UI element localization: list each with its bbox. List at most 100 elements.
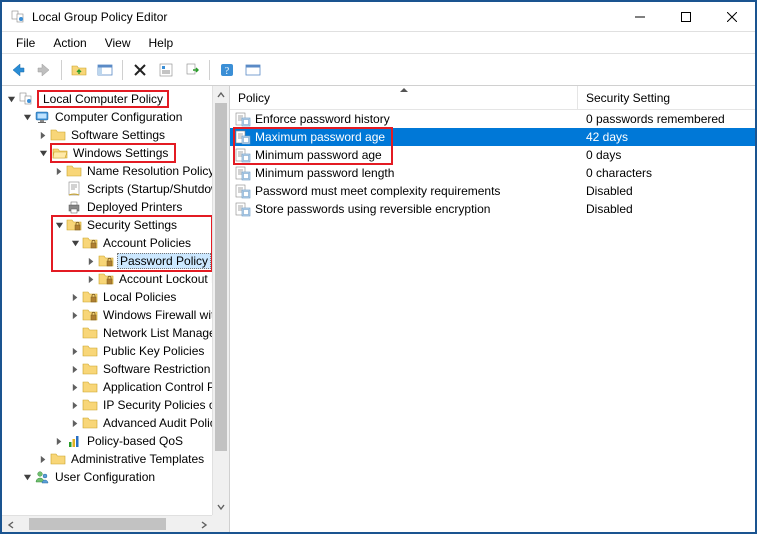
tree-label: Password Policy bbox=[117, 253, 211, 269]
expander[interactable] bbox=[84, 272, 98, 286]
column-header-setting[interactable]: Security Setting bbox=[578, 86, 755, 109]
toolbar-up-button[interactable] bbox=[67, 58, 91, 82]
menu-file[interactable]: File bbox=[8, 34, 43, 52]
expander[interactable] bbox=[68, 416, 82, 430]
expander[interactable] bbox=[52, 164, 66, 178]
expander[interactable] bbox=[36, 452, 50, 466]
close-button[interactable] bbox=[709, 2, 755, 32]
tree-item-software-settings[interactable]: Software Settings bbox=[4, 126, 212, 144]
properties-icon bbox=[158, 62, 174, 78]
tree-item-software-restriction[interactable]: Software Restriction Policies bbox=[4, 360, 212, 378]
window-title: Local Group Policy Editor bbox=[32, 10, 167, 24]
menu-action[interactable]: Action bbox=[45, 34, 94, 52]
expander[interactable] bbox=[68, 344, 82, 358]
tree-item-ip-security[interactable]: IP Security Policies on Local Computer bbox=[4, 396, 212, 414]
expander[interactable] bbox=[68, 308, 82, 322]
tree-item-admin-templates[interactable]: Administrative Templates bbox=[4, 450, 212, 468]
cell-setting: 0 characters bbox=[578, 166, 755, 180]
navigation-tree[interactable]: Local Computer Policy Computer Configura… bbox=[2, 86, 229, 503]
folder-icon bbox=[50, 451, 66, 467]
tree-item-scripts[interactable]: Scripts (Startup/Shutdown) bbox=[4, 180, 212, 198]
tree-label: Local Policies bbox=[101, 290, 178, 304]
chevron-down-icon bbox=[55, 221, 64, 230]
tree-item-policy-qos[interactable]: Policy-based QoS bbox=[4, 432, 212, 450]
tree-label: IP Security Policies on Local Computer bbox=[101, 398, 229, 412]
expander[interactable] bbox=[20, 470, 34, 484]
expander[interactable] bbox=[68, 398, 82, 412]
scroll-track[interactable] bbox=[19, 516, 195, 532]
list-row[interactable]: Store passwords using reversible encrypt… bbox=[230, 200, 755, 218]
cell-setting: Disabled bbox=[578, 202, 755, 216]
tree-item-public-key[interactable]: Public Key Policies bbox=[4, 342, 212, 360]
scroll-left-button[interactable] bbox=[2, 516, 19, 532]
menu-help[interactable]: Help bbox=[141, 34, 182, 52]
tree-item-local-policies[interactable]: Local Policies bbox=[4, 288, 212, 306]
tree-item-computer-configuration[interactable]: Computer Configuration bbox=[4, 108, 212, 126]
expander[interactable] bbox=[68, 290, 82, 304]
list-body[interactable]: Enforce password history0 passwords reme… bbox=[230, 110, 755, 218]
scroll-down-button[interactable] bbox=[213, 498, 229, 515]
expander[interactable] bbox=[84, 254, 98, 268]
scroll-up-button[interactable] bbox=[213, 86, 229, 103]
scroll-right-button[interactable] bbox=[195, 516, 212, 532]
policy-item-icon bbox=[235, 165, 251, 181]
toolbar-back-button[interactable] bbox=[6, 58, 30, 82]
policy-item-icon bbox=[235, 111, 251, 127]
tree-label: Application Control Policies bbox=[101, 380, 229, 394]
cell-policy: Password must meet complexity requiremen… bbox=[230, 183, 578, 199]
expander[interactable] bbox=[68, 236, 82, 250]
expander[interactable] bbox=[36, 128, 50, 142]
gpo-icon bbox=[18, 91, 34, 107]
toolbar-properties-button[interactable] bbox=[154, 58, 178, 82]
vertical-scrollbar[interactable] bbox=[212, 86, 229, 515]
horizontal-scrollbar[interactable] bbox=[2, 515, 212, 532]
folder-icon bbox=[82, 379, 98, 395]
list-row[interactable]: Minimum password age0 days bbox=[230, 146, 755, 164]
tree-item-advanced-audit[interactable]: Advanced Audit Policy Configuration bbox=[4, 414, 212, 432]
expander[interactable] bbox=[68, 362, 82, 376]
list-row[interactable]: Maximum password age42 days bbox=[230, 128, 755, 146]
toolbar-forward-button[interactable] bbox=[32, 58, 56, 82]
toolbar-showpane-button[interactable] bbox=[93, 58, 117, 82]
expander[interactable] bbox=[68, 380, 82, 394]
tree-item-network-list[interactable]: Network List Manager Policies bbox=[4, 324, 212, 342]
menu-view[interactable]: View bbox=[97, 34, 139, 52]
tree-label: Administrative Templates bbox=[69, 452, 206, 466]
folder-lock-icon bbox=[82, 289, 98, 305]
tree-item-windows-settings[interactable]: Windows Settings bbox=[4, 144, 212, 162]
tree-item-application-control[interactable]: Application Control Policies bbox=[4, 378, 212, 396]
tree-item-password-policy[interactable]: Password Policy bbox=[4, 252, 212, 270]
scroll-thumb[interactable] bbox=[29, 518, 166, 530]
expander[interactable] bbox=[52, 218, 66, 232]
app-window: Local Group Policy Editor File Action Vi… bbox=[0, 0, 757, 534]
toolbar-separator bbox=[122, 60, 123, 80]
expander[interactable] bbox=[4, 92, 18, 106]
scroll-thumb[interactable] bbox=[215, 103, 227, 451]
minimize-icon bbox=[635, 12, 645, 22]
tree-label: Computer Configuration bbox=[53, 110, 184, 124]
expander[interactable] bbox=[20, 110, 34, 124]
tree-item-account-policies[interactable]: Account Policies bbox=[4, 234, 212, 252]
tree-item-local-computer-policy[interactable]: Local Computer Policy bbox=[4, 90, 212, 108]
tree-item-user-configuration[interactable]: User Configuration bbox=[4, 468, 212, 486]
tree-item-security-settings[interactable]: Security Settings bbox=[4, 216, 212, 234]
toolbar-delete-button[interactable] bbox=[128, 58, 152, 82]
tree-pane: Local Computer Policy Computer Configura… bbox=[2, 86, 230, 532]
toolbar-export-button[interactable] bbox=[180, 58, 204, 82]
expander[interactable] bbox=[36, 146, 50, 160]
expander[interactable] bbox=[52, 434, 66, 448]
tree-item-windows-firewall[interactable]: Windows Firewall with Advanced Security bbox=[4, 306, 212, 324]
list-row[interactable]: Minimum password length0 characters bbox=[230, 164, 755, 182]
column-header-policy[interactable]: Policy bbox=[230, 86, 578, 109]
tree-item-name-resolution[interactable]: Name Resolution Policy bbox=[4, 162, 212, 180]
list-row[interactable]: Password must meet complexity requiremen… bbox=[230, 182, 755, 200]
minimize-button[interactable] bbox=[617, 2, 663, 32]
maximize-button[interactable] bbox=[663, 2, 709, 32]
tree-item-account-lockout[interactable]: Account Lockout Policy bbox=[4, 270, 212, 288]
list-row[interactable]: Enforce password history0 passwords reme… bbox=[230, 110, 755, 128]
toolbar-view-button[interactable] bbox=[241, 58, 265, 82]
scroll-track[interactable] bbox=[213, 103, 229, 498]
tree-item-deployed-printers[interactable]: Deployed Printers bbox=[4, 198, 212, 216]
cell-policy: Enforce password history bbox=[230, 111, 578, 127]
toolbar-help-button[interactable] bbox=[215, 58, 239, 82]
